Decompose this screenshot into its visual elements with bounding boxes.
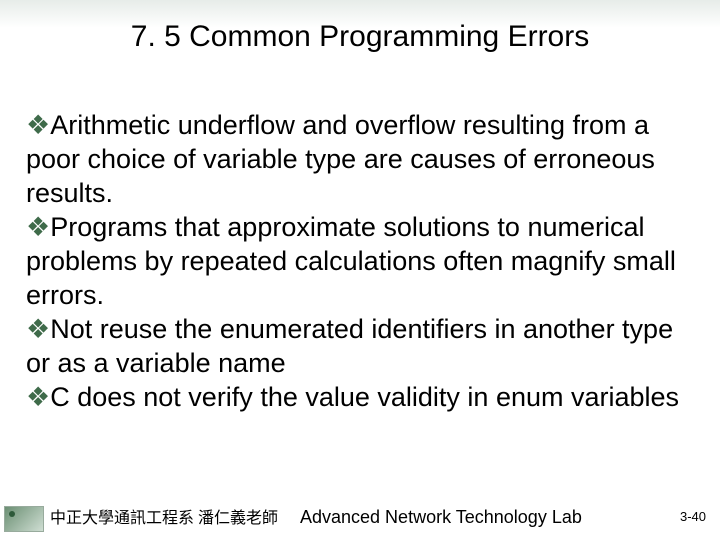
diamond-bullet-icon: ❖ [26,382,50,412]
slide-footer: 中正大學通訊工程系 潘仁義老師 Advanced Network Technol… [0,504,720,534]
footer-left-text: 中正大學通訊工程系 潘仁義老師 [50,504,278,528]
slide: 7. 5 Common Programming Errors ❖Arithmet… [0,0,720,540]
bullet-item: ❖Arithmetic underflow and overflow resul… [26,108,690,210]
bullet-item: ❖Programs that approximate solutions to … [26,210,690,312]
bullet-text: Programs that approximate solutions to n… [26,212,676,310]
diamond-bullet-icon: ❖ [26,110,50,140]
bullet-text: Not reuse the enumerated identifiers in … [26,314,673,378]
diamond-bullet-icon: ❖ [26,212,50,242]
slide-number: 3-40 [680,509,706,524]
bullet-item: ❖Not reuse the enumerated identifiers in… [26,312,690,380]
bullet-item: ❖C does not verify the value validity in… [26,380,690,414]
bullet-text: C does not verify the value validity in … [50,382,679,412]
bullet-text: Arithmetic underflow and overflow result… [26,110,655,208]
footer-center-text: Advanced Network Technology Lab [300,507,582,528]
slide-body: ❖Arithmetic underflow and overflow resul… [26,108,690,414]
diamond-bullet-icon: ❖ [26,314,50,344]
footer-logo-icon [4,506,44,532]
slide-title: 7. 5 Common Programming Errors [0,20,720,54]
